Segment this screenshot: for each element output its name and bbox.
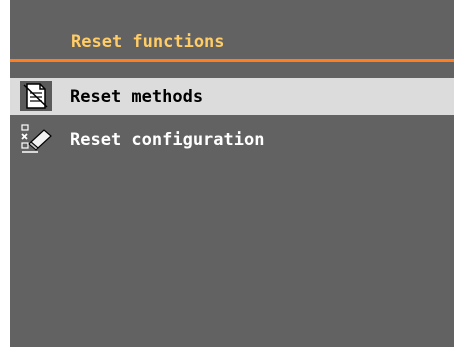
menu-item-label: Reset methods	[70, 87, 204, 107]
menu-item-reset-methods[interactable]: Reset methods	[10, 78, 454, 115]
title-divider	[10, 59, 454, 62]
menu-item-label: Reset configuration	[70, 130, 265, 150]
title-bar: Reset functions	[10, 0, 454, 59]
menu-item-reset-configuration[interactable]: Reset configuration	[10, 121, 454, 158]
reset-menu: Reset methods Reset configuration	[10, 78, 454, 164]
document-erase-icon	[20, 81, 52, 111]
device-screen: Reset functions Reset methods Reset conf…	[10, 0, 454, 347]
eraser-icon	[20, 124, 52, 154]
page-title: Reset functions	[71, 32, 225, 52]
